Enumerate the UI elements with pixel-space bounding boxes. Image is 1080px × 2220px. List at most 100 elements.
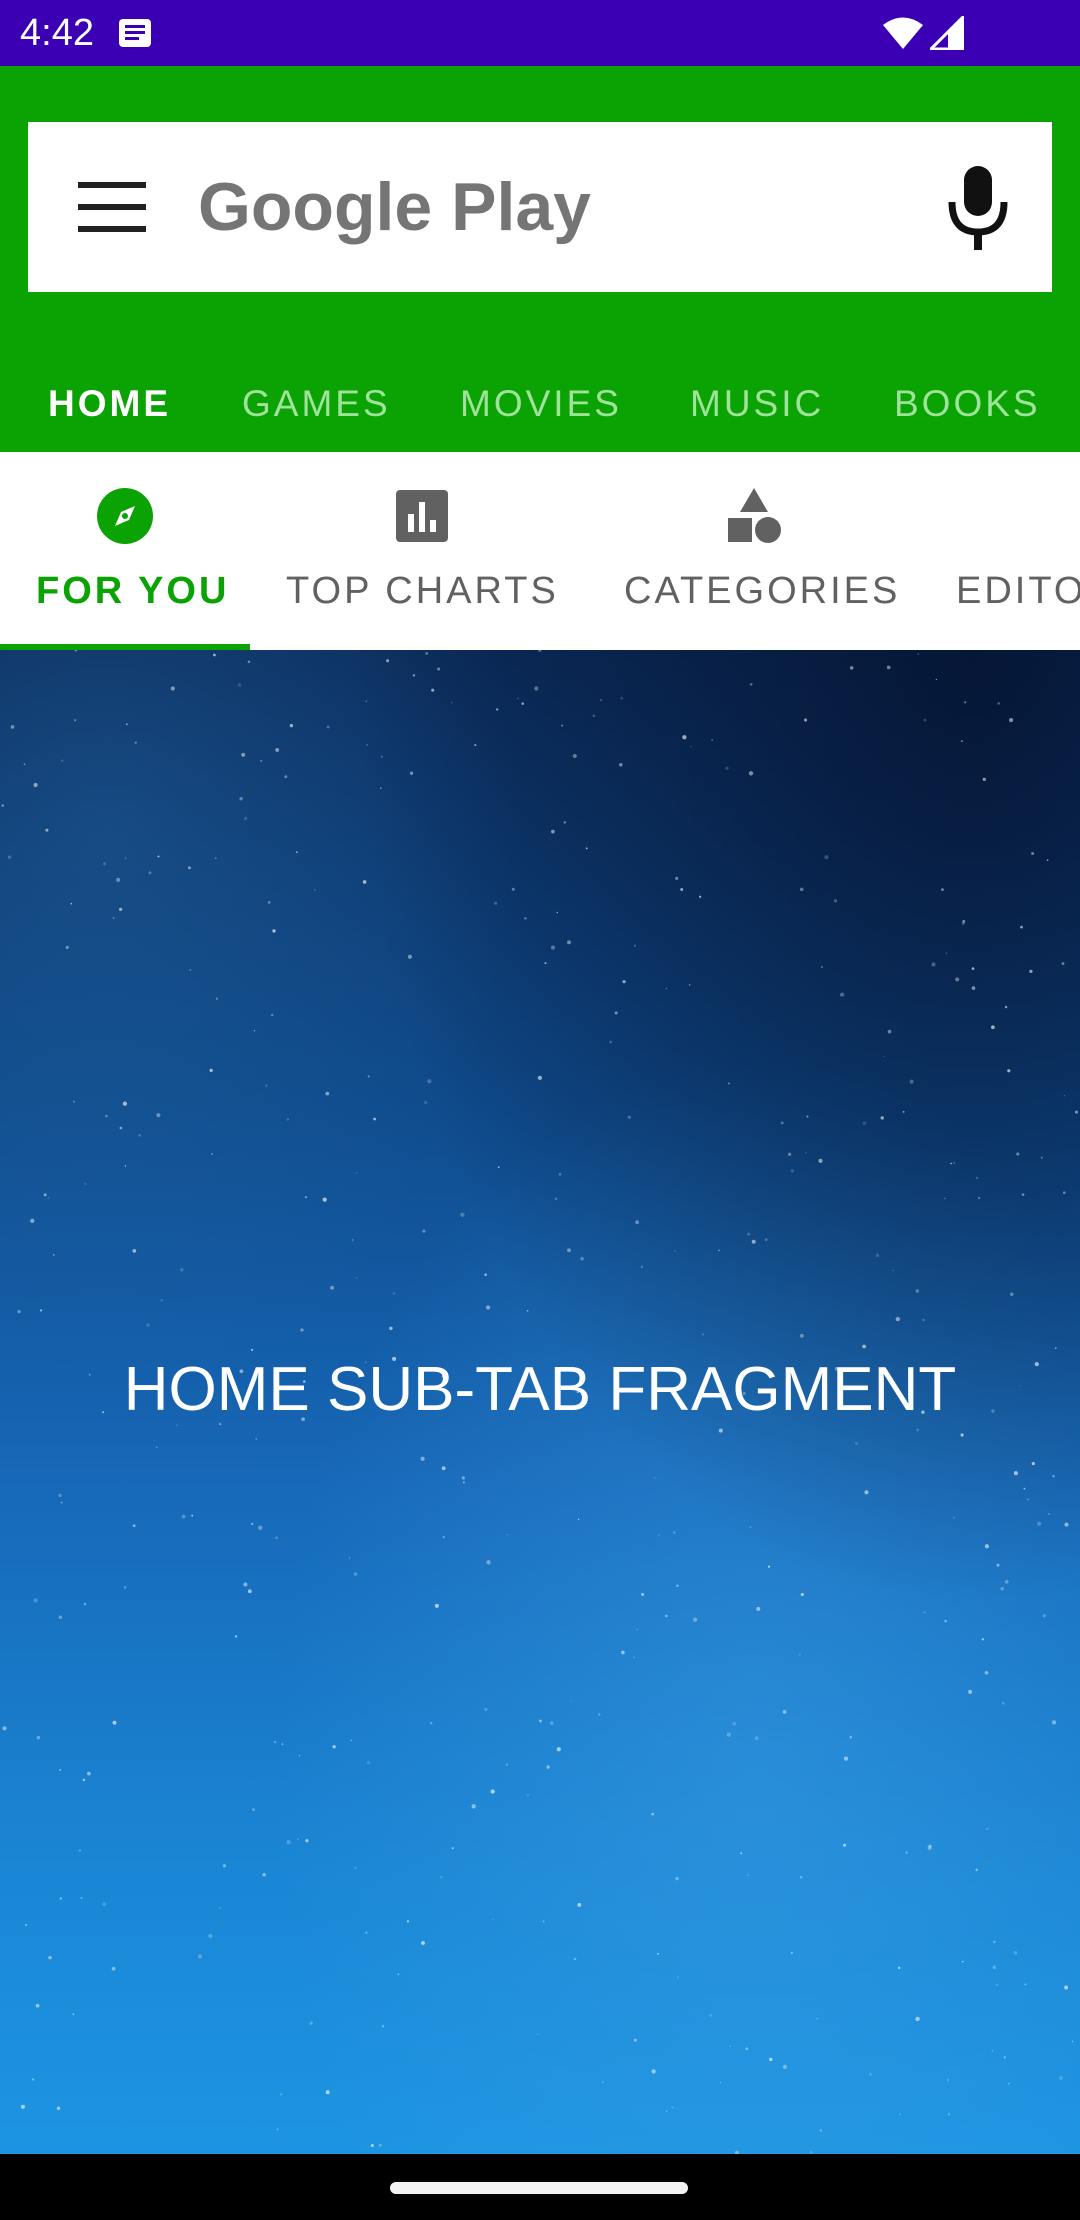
- search-bar[interactable]: Google Play: [28, 122, 1052, 292]
- star: [243, 1582, 248, 1587]
- star: [365, 700, 368, 703]
- star: [495, 708, 499, 711]
- fragment-label: HOME SUB-TAB FRAGMENT: [123, 1355, 957, 1424]
- star: [213, 653, 216, 657]
- star: [699, 895, 702, 898]
- search-title[interactable]: Google Play: [198, 164, 591, 250]
- star: [1040, 1156, 1043, 1159]
- star: [971, 986, 976, 990]
- sub-tabs: FOR YOU TOP CHARTS CATEGORIES EDITO: [0, 452, 1080, 650]
- star: [981, 1638, 985, 1641]
- star: [511, 887, 515, 891]
- star: [348, 1557, 351, 1559]
- star: [392, 1292, 396, 1295]
- star: [275, 1536, 278, 1540]
- star: [961, 1960, 964, 1963]
- star: [640, 1265, 643, 1269]
- star: [767, 1565, 771, 1568]
- star: [749, 683, 753, 686]
- star: [215, 997, 219, 1000]
- star: [886, 665, 891, 670]
- star: [534, 686, 539, 691]
- star: [944, 1197, 946, 1200]
- star: [546, 1765, 550, 1769]
- star: [56, 2106, 61, 2110]
- star: [434, 1603, 439, 1608]
- star: [636, 1628, 638, 1630]
- star: [297, 1838, 299, 1840]
- star: [799, 887, 804, 892]
- star: [381, 2025, 385, 2028]
- star: [440, 1876, 443, 1879]
- star: [506, 1533, 509, 1536]
- star: [61, 759, 64, 762]
- star: [551, 829, 555, 834]
- signal-icon: [930, 16, 964, 50]
- star: [112, 917, 115, 919]
- star: [197, 1954, 203, 1959]
- star: [47, 1197, 50, 1199]
- star: [33, 1598, 38, 1603]
- star: [748, 771, 754, 776]
- star: [917, 653, 920, 655]
- star: [484, 1707, 488, 1712]
- star: [354, 1866, 357, 1869]
- star: [986, 1827, 989, 1830]
- subtab-categories[interactable]: CATEGORIES: [590, 452, 920, 650]
- star: [521, 702, 524, 705]
- star: [314, 888, 316, 891]
- star: [180, 1268, 184, 1272]
- star: [790, 1169, 794, 1173]
- star: [260, 759, 263, 763]
- star: [252, 1808, 255, 1812]
- tab-movies[interactable]: MOVIES: [460, 356, 622, 452]
- tab-home[interactable]: HOME: [48, 356, 171, 452]
- bar-chart-icon: [396, 490, 448, 542]
- star: [427, 1079, 432, 1084]
- mic-icon[interactable]: [938, 162, 1018, 254]
- subtab-label: FOR YOU: [36, 570, 230, 612]
- menu-icon[interactable]: [78, 178, 146, 236]
- star: [1064, 1522, 1069, 1527]
- star: [869, 2072, 872, 2076]
- star: [1031, 1462, 1035, 1466]
- star: [1009, 718, 1014, 723]
- star: [17, 1309, 21, 1314]
- star: [132, 1524, 136, 1528]
- tab-games[interactable]: GAMES: [242, 356, 391, 452]
- star: [247, 660, 251, 664]
- star: [155, 1446, 158, 1449]
- star: [673, 1250, 676, 1253]
- star: [389, 1326, 393, 1331]
- compass-icon: [97, 488, 153, 544]
- star: [380, 755, 383, 758]
- star: [304, 1196, 307, 1199]
- star: [352, 1239, 354, 1241]
- star: [275, 748, 280, 752]
- tab-music[interactable]: MUSIC: [690, 356, 824, 452]
- star: [614, 1011, 618, 1015]
- star: [764, 1238, 768, 1241]
- star: [902, 1110, 905, 1113]
- star: [243, 816, 248, 821]
- star: [430, 1721, 433, 1725]
- star: [241, 752, 246, 757]
- star: [806, 1115, 809, 1118]
- star: [895, 1316, 900, 1322]
- star: [1029, 969, 1033, 974]
- star: [769, 2057, 773, 2062]
- star: [909, 1079, 914, 1084]
- star: [688, 984, 691, 986]
- subtab-top-charts[interactable]: TOP CHARTS: [250, 452, 590, 650]
- star: [746, 1874, 749, 1877]
- star: [251, 1522, 254, 1525]
- home-handle[interactable]: [390, 2182, 688, 2194]
- subtab-editors[interactable]: EDITO: [920, 452, 1080, 650]
- tab-books[interactable]: BOOKS: [894, 356, 1041, 452]
- star: [818, 1158, 823, 1164]
- star: [567, 1248, 571, 1253]
- star: [905, 1851, 908, 1854]
- subtab-for-you[interactable]: FOR YOU: [0, 452, 250, 650]
- star: [379, 787, 382, 790]
- star: [561, 724, 564, 727]
